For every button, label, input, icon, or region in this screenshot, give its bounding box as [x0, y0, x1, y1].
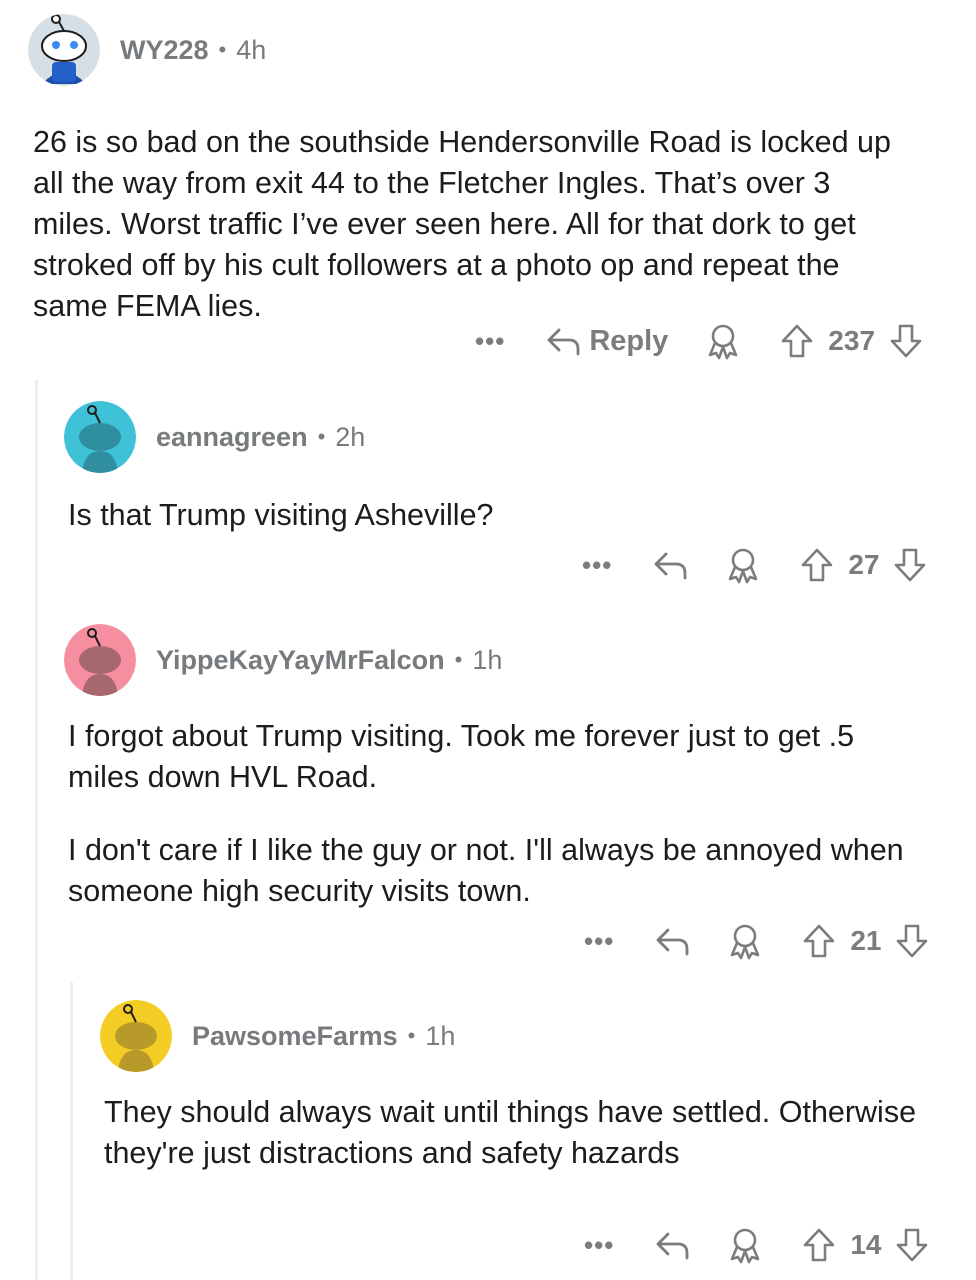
- username[interactable]: eannagreen: [156, 422, 308, 453]
- award-button[interactable]: [728, 922, 762, 960]
- upvote-button[interactable]: [802, 923, 836, 959]
- comment-wy228: WY228 • 4h 26 is so bad on the southside…: [28, 14, 948, 327]
- downvote-icon: [897, 1228, 928, 1262]
- vote-count: 237: [828, 325, 876, 356]
- downvote-icon: [897, 924, 928, 958]
- thread-line-level-1: [35, 380, 38, 1280]
- downvote-icon: [890, 324, 922, 358]
- comment-paragraph: 26 is so bad on the southside Hendersonv…: [33, 125, 891, 323]
- vote-count: 27: [848, 549, 880, 580]
- username[interactable]: WY228: [120, 35, 209, 66]
- more-icon: •••: [582, 550, 613, 580]
- upvote-button[interactable]: [800, 547, 834, 583]
- award-icon: [731, 1228, 760, 1264]
- award-icon: [708, 324, 738, 360]
- upvote-icon: [781, 324, 813, 358]
- downvote-button[interactable]: [889, 323, 923, 359]
- comment-body: They should always wait until things hav…: [100, 1092, 930, 1174]
- username[interactable]: PawsomeFarms: [192, 1021, 398, 1052]
- more-icon: •••: [475, 326, 506, 356]
- vote-count: 14: [850, 1229, 882, 1260]
- separator-dot: •: [454, 647, 463, 672]
- separator-dot: •: [317, 424, 326, 449]
- more-options-button[interactable]: •••: [584, 1230, 615, 1260]
- upvote-button[interactable]: [802, 1227, 836, 1263]
- comment-eannagreen: eannagreen • 2h Is that Trump visiting A…: [64, 401, 944, 536]
- reply-icon: [656, 1232, 689, 1260]
- thread-line-level-2: [70, 982, 73, 1280]
- separator-dot: •: [218, 37, 227, 62]
- reply-button[interactable]: [654, 924, 690, 958]
- upvote-button[interactable]: [780, 323, 814, 359]
- comment-body: I forgot about Trump visiting. Took me f…: [64, 716, 924, 912]
- comment-yippekayyaymrfalcon: YippeKayYayMrFalcon • 1h I forgot about …: [64, 624, 944, 912]
- avatar[interactable]: [28, 14, 100, 86]
- comment-actions: ••• 21: [584, 922, 929, 960]
- award-icon: [729, 548, 758, 584]
- comment-age: 4h: [236, 34, 267, 65]
- reply-button[interactable]: [654, 1228, 690, 1262]
- downvote-button[interactable]: [893, 547, 927, 583]
- comment-header: PawsomeFarms • 1h: [100, 1000, 950, 1072]
- avatar[interactable]: [64, 401, 136, 473]
- award-button[interactable]: [706, 322, 740, 360]
- reply-icon: [547, 328, 580, 356]
- comment-header: YippeKayYayMrFalcon • 1h: [64, 624, 944, 696]
- award-button[interactable]: [728, 1226, 762, 1264]
- comment-actions: ••• 27: [582, 546, 927, 584]
- reply-label: Reply: [589, 324, 669, 357]
- comment-pawsomefarms: PawsomeFarms • 1h They should always wai…: [100, 1000, 950, 1174]
- reply-icon: [654, 552, 687, 580]
- comment-paragraph: I forgot about Trump visiting. Took me f…: [68, 719, 855, 794]
- upvote-icon: [802, 548, 833, 582]
- downvote-icon: [895, 548, 926, 582]
- comment-body: 26 is so bad on the southside Hendersonv…: [28, 122, 908, 327]
- upvote-icon: [804, 924, 835, 958]
- username[interactable]: YippeKayYayMrFalcon: [156, 645, 445, 676]
- comment-paragraph: They should always wait until things hav…: [104, 1095, 917, 1170]
- separator-dot: •: [407, 1023, 416, 1048]
- comment-paragraph: I don't care if I like the guy or not. I…: [68, 833, 904, 908]
- avatar[interactable]: [100, 1000, 172, 1072]
- more-options-button[interactable]: •••: [584, 926, 615, 956]
- comment-age: 2h: [335, 421, 366, 452]
- upvote-icon: [804, 1228, 835, 1262]
- comment-header: eannagreen • 2h: [64, 401, 944, 473]
- reply-button[interactable]: [652, 548, 688, 582]
- comment-age: 1h: [472, 644, 503, 675]
- more-icon: •••: [584, 1230, 615, 1260]
- comment-body: Is that Trump visiting Asheville?: [64, 495, 944, 536]
- avatar[interactable]: [64, 624, 136, 696]
- reply-button[interactable]: Reply: [545, 324, 668, 358]
- comment-actions: ••• 14: [584, 1226, 929, 1264]
- award-icon: [731, 924, 760, 960]
- vote-count: 21: [850, 925, 882, 956]
- award-button[interactable]: [726, 546, 760, 584]
- comment-actions: ••• Reply 237: [475, 322, 923, 360]
- comment-paragraph: Is that Trump visiting Asheville?: [68, 498, 494, 532]
- downvote-button[interactable]: [895, 923, 929, 959]
- comment-header: WY228 • 4h: [28, 14, 948, 86]
- more-options-button[interactable]: •••: [475, 326, 506, 356]
- more-icon: •••: [584, 926, 615, 956]
- comment-age: 1h: [425, 1020, 456, 1051]
- more-options-button[interactable]: •••: [582, 550, 613, 580]
- reply-icon: [656, 928, 689, 956]
- downvote-button[interactable]: [895, 1227, 929, 1263]
